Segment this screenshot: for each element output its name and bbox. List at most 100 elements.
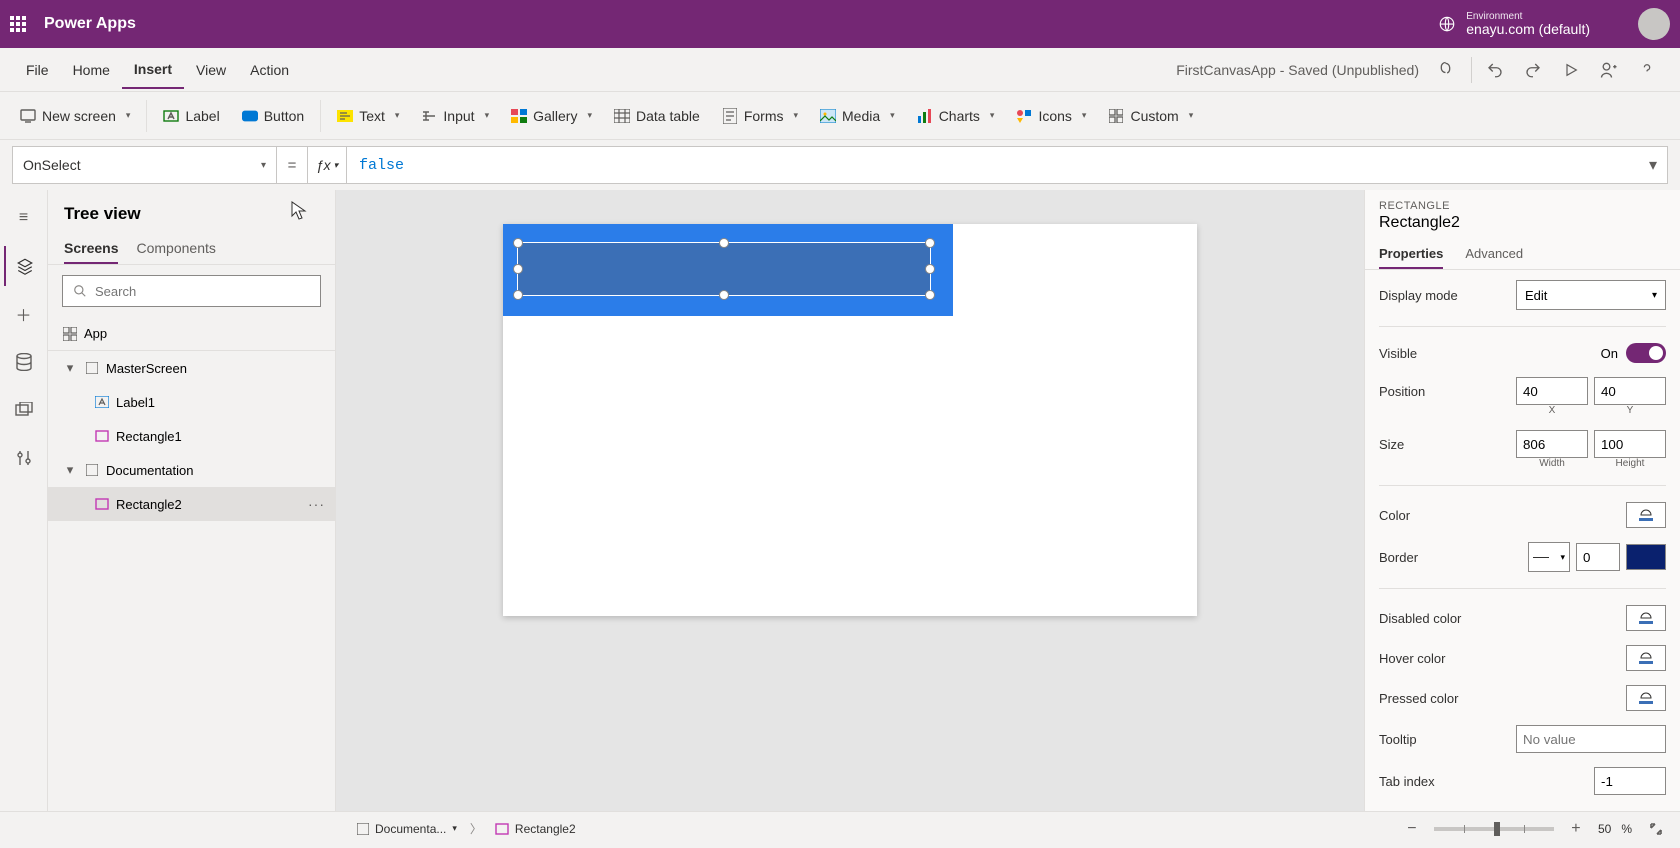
- chevron-down-icon[interactable]: ▾: [62, 462, 78, 478]
- resize-handle[interactable]: [513, 238, 523, 248]
- hamburger-icon[interactable]: ≡: [4, 198, 44, 238]
- insert-gallery-button[interactable]: Gallery: [501, 102, 602, 130]
- tab-advanced[interactable]: Advanced: [1465, 240, 1523, 269]
- zoom-slider[interactable]: [1434, 827, 1554, 831]
- width-input[interactable]: [1516, 430, 1588, 458]
- help-button[interactable]: [1628, 51, 1666, 89]
- data-rail-icon[interactable]: [4, 342, 44, 382]
- new-screen-button[interactable]: New screen: [10, 102, 140, 130]
- insert-text-button[interactable]: Text: [327, 102, 409, 130]
- environment-picker[interactable]: Environment enayu.com (default): [1438, 11, 1590, 37]
- resize-handle[interactable]: [513, 264, 523, 274]
- insert-media-label: Media: [842, 108, 880, 124]
- breadcrumb-element[interactable]: Rectangle2: [488, 818, 583, 840]
- tabindex-input[interactable]: [1594, 767, 1666, 795]
- media-rail-icon[interactable]: [4, 390, 44, 430]
- insert-label-text: Label: [185, 108, 219, 124]
- redo-button[interactable]: [1514, 51, 1552, 89]
- tab-properties[interactable]: Properties: [1379, 240, 1443, 269]
- insert-button-button[interactable]: Button: [232, 102, 314, 130]
- border-width-input[interactable]: [1576, 543, 1620, 571]
- rectangle-control[interactable]: [517, 242, 931, 296]
- tree-view-icon[interactable]: [4, 246, 44, 286]
- insert-media-button[interactable]: Media: [810, 102, 905, 130]
- fx-button[interactable]: ƒx▾: [307, 147, 347, 183]
- tree-node-label: Label1: [116, 395, 155, 410]
- position-x-input[interactable]: [1516, 377, 1588, 405]
- control-category: RECTANGLE: [1365, 190, 1680, 212]
- border-style-select[interactable]: ▾: [1528, 542, 1570, 572]
- insert-icons-button[interactable]: Icons: [1006, 102, 1096, 130]
- chevron-down-icon[interactable]: ▾: [62, 360, 78, 376]
- resize-handle[interactable]: [719, 290, 729, 300]
- tree-node-documentation[interactable]: ▾ Documentation: [48, 453, 335, 487]
- input-icon: [421, 108, 437, 124]
- breadcrumb-screen[interactable]: Documenta... ▾: [350, 818, 464, 840]
- menu-view[interactable]: View: [184, 52, 238, 88]
- tree-node-masterscreen[interactable]: ▾ MasterScreen: [48, 351, 335, 385]
- play-button[interactable]: [1552, 51, 1590, 89]
- insert-custom-button[interactable]: Custom: [1098, 102, 1203, 130]
- insert-datatable-button[interactable]: Data table: [604, 102, 710, 130]
- height-input[interactable]: [1594, 430, 1666, 458]
- menu-action[interactable]: Action: [238, 52, 301, 88]
- insert-forms-button[interactable]: Forms: [712, 102, 808, 130]
- insert-rail-icon[interactable]: ＋: [4, 294, 44, 334]
- resize-handle[interactable]: [925, 238, 935, 248]
- expand-formula-button[interactable]: ▾: [1639, 155, 1667, 175]
- advanced-tools-icon[interactable]: [4, 438, 44, 478]
- custom-icon: [1108, 108, 1124, 124]
- tree-node-label: Rectangle1: [116, 429, 182, 444]
- display-mode-select[interactable]: Edit ▾: [1516, 280, 1666, 310]
- tree-view-title: Tree view: [64, 204, 141, 224]
- border-color-picker[interactable]: [1626, 544, 1666, 570]
- zoom-in-button[interactable]: +: [1564, 810, 1588, 848]
- more-options-button[interactable]: ···: [308, 496, 325, 512]
- insert-charts-button[interactable]: Charts: [907, 102, 1005, 130]
- canvas-area[interactable]: [336, 190, 1364, 811]
- tree-search-input[interactable]: [95, 284, 310, 299]
- insert-input-button[interactable]: Input: [411, 102, 499, 130]
- tree-search[interactable]: [62, 275, 321, 307]
- user-avatar[interactable]: [1638, 8, 1670, 40]
- share-button[interactable]: [1590, 51, 1628, 89]
- pressed-color-label: Pressed color: [1379, 691, 1458, 706]
- new-screen-label: New screen: [42, 108, 116, 124]
- insert-label-button[interactable]: Label: [153, 102, 229, 130]
- color-picker[interactable]: [1626, 502, 1666, 528]
- formula-input[interactable]: [347, 147, 1639, 183]
- rectangle-icon: [94, 428, 110, 444]
- tree-app-node[interactable]: App: [48, 317, 335, 351]
- tab-components[interactable]: Components: [136, 234, 215, 264]
- undo-button[interactable]: [1476, 51, 1514, 89]
- tooltip-input[interactable]: [1516, 725, 1666, 753]
- menu-file[interactable]: File: [14, 52, 61, 88]
- app-checker-icon[interactable]: [1429, 51, 1467, 89]
- tree-node-rectangle1[interactable]: Rectangle1: [48, 419, 335, 453]
- gallery-icon: [511, 108, 527, 124]
- resize-handle[interactable]: [925, 290, 935, 300]
- resize-handle[interactable]: [719, 238, 729, 248]
- tree-node-label1[interactable]: Label1: [48, 385, 335, 419]
- visible-toggle[interactable]: [1626, 343, 1666, 363]
- screen-canvas[interactable]: [503, 224, 1197, 616]
- disabled-color-picker[interactable]: [1626, 605, 1666, 631]
- x-sublabel: X: [1516, 405, 1588, 416]
- menu-insert[interactable]: Insert: [122, 51, 184, 89]
- size-label: Size: [1379, 437, 1404, 452]
- resize-handle[interactable]: [513, 290, 523, 300]
- app-launcher-icon[interactable]: [10, 16, 26, 32]
- screen-icon: [84, 360, 100, 376]
- position-y-input[interactable]: [1594, 377, 1666, 405]
- resize-handle[interactable]: [925, 264, 935, 274]
- menu-home[interactable]: Home: [61, 52, 122, 88]
- property-selector[interactable]: OnSelect ▾: [13, 147, 277, 183]
- screen-icon: [357, 823, 369, 835]
- tree-node-label: MasterScreen: [106, 361, 187, 376]
- zoom-out-button[interactable]: −: [1400, 810, 1424, 848]
- tree-node-rectangle2[interactable]: Rectangle2 ···: [48, 487, 335, 521]
- tab-screens[interactable]: Screens: [64, 234, 118, 264]
- fit-to-screen-button[interactable]: [1642, 810, 1670, 848]
- pressed-color-picker[interactable]: [1626, 685, 1666, 711]
- hover-color-picker[interactable]: [1626, 645, 1666, 671]
